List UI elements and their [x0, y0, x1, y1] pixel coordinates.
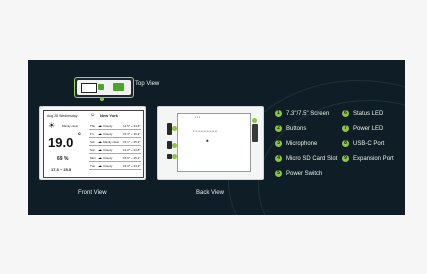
- cloud-icon: ☁: [98, 163, 102, 168]
- forecast-day: Sun: [90, 148, 96, 152]
- cloud-icon: ☁: [98, 131, 102, 136]
- row-divider: [89, 153, 141, 154]
- legend-number-badge: 4: [275, 155, 282, 162]
- forecast-condition: Cloudy: [103, 148, 113, 152]
- row-divider: [89, 145, 141, 146]
- forecast-temp: 15.6° ~ 25.1°: [123, 156, 141, 160]
- legend-label: Microphone: [286, 140, 318, 147]
- forecast-day: Sat: [90, 140, 95, 144]
- legend-label: Power LED: [353, 125, 384, 132]
- callout-dot: [172, 126, 177, 131]
- top-view-device: [74, 77, 134, 98]
- legend-number-badge: 9: [342, 155, 349, 162]
- legend-label: Expansion Port: [353, 155, 394, 162]
- row-divider: [89, 137, 141, 138]
- callout-dot: [172, 154, 177, 159]
- forecast-day: Fri: [90, 132, 94, 136]
- back-view-device: ▪ ▪ ▪ ♣ ••••••••••••••••: [157, 106, 264, 180]
- front-view-device: Aug 28 Wednesday New York ☺ ☀ Mainly cle…: [39, 106, 146, 180]
- sun-icon: ☀: [48, 121, 56, 130]
- legend-item: 3 Microphone: [275, 140, 317, 147]
- legend-label: Micro SD Card Slot: [286, 155, 338, 162]
- weather-text: Mainly clear: [62, 124, 79, 128]
- top-view-label: Top View: [135, 81, 160, 87]
- eink-screen: Aug 28 Wednesday New York ☺ ☀ Mainly cle…: [43, 110, 144, 178]
- legend-label: Status LED: [353, 110, 384, 117]
- logo-icon: ♣: [206, 138, 209, 143]
- legend-item: 9 Expansion Port: [342, 155, 394, 162]
- forecast-temp: 15.0° ~ 24.3°: [123, 164, 141, 168]
- expansion-port-icon: [252, 124, 258, 142]
- row-divider: [89, 169, 141, 170]
- forecast-temp: 15.4° ~ 26.3°: [123, 132, 141, 136]
- legend-item: 8 USB-C Port: [342, 140, 384, 147]
- front-view-label: Front View: [78, 190, 107, 196]
- cloud-icon: ☁: [98, 155, 102, 160]
- forecast-temp: 14.2° ~ 24.8°: [123, 148, 141, 152]
- legend-label: Buttons: [286, 125, 307, 132]
- degree-symbol: °: [78, 133, 81, 140]
- forecast-temp: 15.1° ~ 25.3°: [123, 140, 141, 144]
- forecast-condition: Cloudy: [103, 156, 113, 160]
- temperature-text: 19.0: [48, 135, 74, 150]
- legend-number-badge: 1: [275, 110, 282, 117]
- legend-item: 4 Micro SD Card Slot: [275, 155, 337, 162]
- button-icon: [98, 84, 104, 90]
- legend-item: 6 Status LED: [342, 110, 383, 117]
- humidity-text: 69 %: [57, 156, 69, 162]
- top-view-body: [77, 80, 131, 95]
- legend-number-badge: 3: [275, 140, 282, 147]
- forecast-condition: Cloudy: [103, 164, 113, 168]
- cloud-icon: ☁: [98, 123, 102, 128]
- back-view-label: Back View: [196, 190, 224, 196]
- indicator-dot: [100, 97, 104, 101]
- legend-number-badge: 8: [342, 140, 349, 147]
- cloud-icon: ☁: [98, 139, 102, 144]
- vent-holes: ••••••••••••••••: [193, 129, 218, 133]
- temperature-range-text: 17.3 ~ 25.5: [51, 167, 72, 172]
- forecast-condition: Cloudy: [103, 124, 113, 128]
- product-diagram-panel: Top View Aug 28 Wednesday New York ☺ ☀ M…: [28, 60, 405, 215]
- legend-number-badge: 7: [342, 125, 349, 132]
- legend-number-badge: 5: [275, 170, 282, 177]
- legend-number-badge: 6: [342, 110, 349, 117]
- legend-label: Power Switch: [286, 170, 323, 177]
- legend-item: 2 Buttons: [275, 125, 306, 132]
- legend-label: USB-C Port: [353, 140, 385, 147]
- location-icon: ☺: [90, 112, 96, 118]
- row-divider: [89, 129, 141, 130]
- forecast-day: Thu: [90, 124, 96, 128]
- callout-dot: [172, 143, 177, 148]
- power-switch-icon: [113, 83, 124, 91]
- date-text: Aug 28 Wednesday: [47, 114, 78, 118]
- callout-dot: [252, 118, 257, 123]
- back-panel: [177, 113, 251, 172]
- forecast-condition: Mainly clear: [103, 140, 120, 144]
- forecast-day: Mon: [90, 156, 96, 160]
- legend-item: 7 Power LED: [342, 125, 383, 132]
- expansion-port-icon: [81, 83, 97, 93]
- city-text: New York: [100, 113, 118, 118]
- legend-number-badge: 2: [275, 125, 282, 132]
- legend-item: 5 Power Switch: [275, 170, 322, 177]
- row-divider: [89, 161, 141, 162]
- forecast-temp: 14.5° ~ 24.5°: [123, 124, 141, 128]
- back-text-marks: ▪ ▪ ▪: [195, 115, 200, 119]
- cloud-icon: ☁: [98, 147, 102, 152]
- legend-item: 1 7.3"/7.5" Screen: [275, 110, 329, 117]
- forecast-day: Tue: [90, 164, 96, 168]
- legend-label: 7.3"/7.5" Screen: [286, 110, 330, 117]
- forecast-condition: Cloudy: [103, 132, 113, 136]
